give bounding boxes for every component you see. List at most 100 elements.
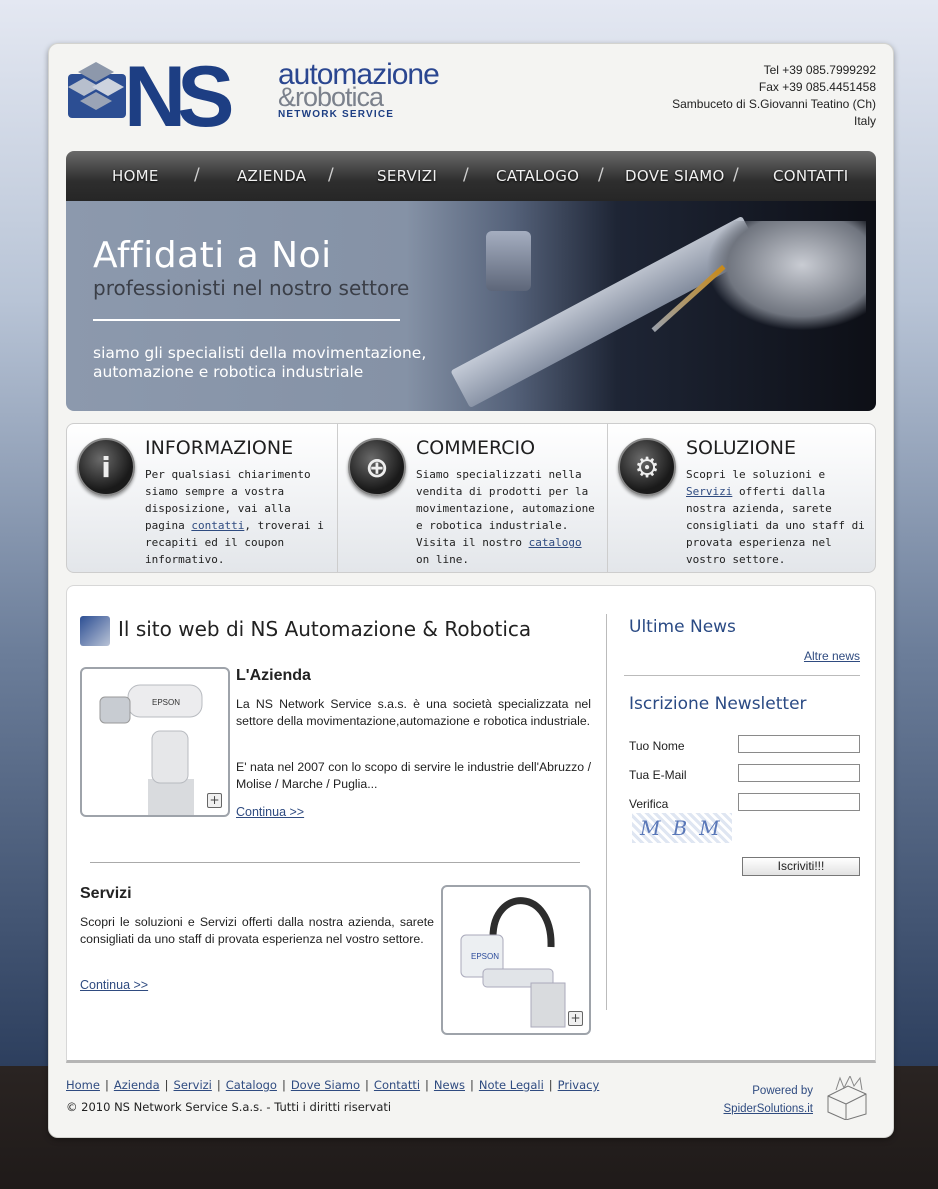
email-label: Tua E-Mail (629, 768, 687, 782)
footer-separator: | (216, 1078, 221, 1092)
logo-mark: NS (124, 49, 235, 145)
nav-separator: / (328, 165, 334, 185)
servizi-heading: Servizi (80, 885, 132, 902)
footer-link-privacy[interactable]: Privacy (558, 1078, 600, 1092)
banner-desc-line-1: siamo gli specialisti della movimentazio… (93, 344, 427, 362)
newsletter-title: Iscrizione Newsletter (629, 694, 807, 714)
email-field[interactable] (738, 764, 860, 782)
name-field[interactable] (738, 735, 860, 753)
altre-news-link[interactable]: Altre news (804, 649, 860, 663)
verify-label: Verifica (629, 797, 669, 811)
banner-robot-hand-image (706, 221, 866, 331)
banner-description: siamo gli specialisti della movimentazio… (93, 344, 426, 382)
nav-separator: / (194, 165, 200, 185)
footer-link-news[interactable]: News (434, 1078, 465, 1092)
servizi-paragraph: Scopri le soluzioni e Servizi offerti da… (80, 915, 434, 946)
azienda-continua-link[interactable]: Continua >> (236, 805, 304, 819)
azienda-paragraph-1: La NS Network Service s.a.s. è una socie… (236, 697, 591, 728)
footer-separator: | (548, 1078, 553, 1092)
nav-separator: / (598, 165, 604, 185)
zoom-plus-icon[interactable]: + (207, 793, 222, 808)
globe-icon: ⊕ (348, 438, 406, 496)
nav-dove-siamo[interactable]: DOVE SIAMO (625, 167, 725, 185)
section-title: Il sito web di NS Automazione & Robotica (118, 617, 532, 641)
nav-home[interactable]: HOME (112, 167, 159, 185)
subscribe-button[interactable]: Iscriviti!!! (742, 857, 860, 876)
contatti-link[interactable]: contatti (191, 519, 244, 532)
servizi-image[interactable]: EPSON + (441, 885, 591, 1035)
footer-separator: | (104, 1078, 109, 1092)
servizi-link[interactable]: Servizi (686, 485, 732, 498)
footer-link-servizi[interactable]: Servizi (174, 1078, 212, 1092)
sidebar-divider (624, 675, 860, 676)
epson-robot-arm-image: EPSON (99, 684, 203, 815)
epson-scara-robot-image: EPSON (460, 897, 566, 1028)
info-box-text: Scopri le soluzioni e Servizi offerti da… (686, 466, 868, 568)
info-box-title: INFORMAZIONE (145, 437, 294, 459)
azienda-paragraph-2: E' nata nel 2007 con lo scopo di servire… (236, 760, 591, 791)
contact-fax: Fax +39 085.4451458 (758, 80, 876, 94)
nav-catalogo[interactable]: CATALOGO (496, 167, 579, 185)
catalogo-link[interactable]: catalogo (529, 536, 582, 549)
section-divider (90, 862, 580, 863)
site-logo[interactable]: NS automazione &robotica NETWORK SERVICE (66, 52, 446, 144)
hero-banner: Affidati a Noi professionisti nel nostro… (66, 201, 876, 411)
banner-desc-line-2: automazione e robotica industriale (93, 363, 364, 381)
footer-separator: | (281, 1078, 286, 1092)
info-text: on line. (416, 553, 469, 566)
captcha-image: MBM (632, 813, 732, 843)
nav-servizi[interactable]: SERVIZI (377, 167, 437, 185)
main-nav: HOME / AZIENDA / SERVIZI / CATALOGO / DO… (66, 151, 876, 201)
spider-logo-icon (827, 1076, 867, 1120)
contact-country: Italy (853, 114, 876, 128)
banner-divider (93, 319, 400, 321)
banner-motor-image (486, 231, 531, 291)
info-box-commercio: ⊕ COMMERCIO Siamo specializzati nella ve… (337, 424, 607, 572)
info-box-informazione: i INFORMAZIONE Per qualsiasi chiarimento… (67, 424, 337, 572)
nav-separator: / (463, 165, 469, 185)
info-box-title: SOLUZIONE (686, 437, 797, 459)
footer-link-dove-siamo[interactable]: Dove Siamo (291, 1078, 360, 1092)
gear-icon: ⚙ (618, 438, 676, 496)
azienda-image[interactable]: EPSON + (80, 667, 230, 817)
info-boxes: i INFORMAZIONE Per qualsiasi chiarimento… (66, 423, 876, 573)
info-box-soluzione: ⚙ SOLUZIONE Scopri le soluzioni e Serviz… (607, 424, 877, 572)
footer-link-catalogo[interactable]: Catalogo (226, 1078, 277, 1092)
column-divider (606, 614, 607, 1010)
news-title: Ultime News (629, 617, 736, 637)
info-text: Scopri le soluzioni e (686, 468, 826, 481)
footer-link-azienda[interactable]: Azienda (114, 1078, 160, 1092)
info-box-title: COMMERCIO (416, 437, 536, 459)
info-icon: i (77, 438, 135, 496)
nav-contatti[interactable]: CONTATTI (773, 167, 848, 185)
zoom-plus-icon[interactable]: + (568, 1011, 583, 1026)
contact-address: Sambuceto di S.Giovanni Teatino (Ch) (672, 97, 876, 111)
powered-by: Powered by SpiderSolutions.it (724, 1082, 814, 1118)
name-label: Tuo Nome (629, 739, 685, 753)
contact-info: Tel +39 085.7999292 Fax +39 085.4451458 … (672, 62, 876, 130)
footer-separator: | (425, 1078, 429, 1092)
epson-label: EPSON (152, 698, 180, 707)
footer-separator: | (365, 1078, 369, 1092)
logo-cubes-icon (80, 616, 110, 646)
powered-by-label: Powered by (752, 1085, 813, 1097)
info-box-text: Siamo specializzati nella vendita di pro… (416, 466, 598, 568)
captcha-field[interactable] (738, 793, 860, 811)
servizi-continua-link[interactable]: Continua >> (80, 978, 148, 992)
banner-subtitle: professionisti nel nostro settore (93, 276, 410, 300)
epson-label: EPSON (471, 952, 499, 961)
footer-nav: Home | Azienda | Servizi | Catalogo | Dove Siamo… (66, 1078, 599, 1092)
nav-azienda[interactable]: AZIENDA (237, 167, 306, 185)
spidersolutions-link[interactable]: SpiderSolutions.it (724, 1103, 814, 1115)
logo-cubes-icon (68, 62, 126, 118)
footer-link-home[interactable]: Home (66, 1078, 100, 1092)
azienda-heading: L'Azienda (236, 667, 311, 684)
footer-link-contatti[interactable]: Contatti (374, 1078, 420, 1092)
contact-tel: Tel +39 085.7999292 (763, 63, 876, 77)
footer-link-note-legali[interactable]: Note Legali (479, 1078, 544, 1092)
logo-network-service: NETWORK SERVICE (278, 109, 395, 120)
copyright: © 2010 NS Network Service S.a.s. - Tutti… (66, 1100, 392, 1114)
banner-title: Affidati a Noi (93, 235, 332, 276)
info-box-text: Per qualsiasi chiarimento siamo sempre a… (145, 466, 327, 568)
nav-separator: / (733, 165, 739, 185)
